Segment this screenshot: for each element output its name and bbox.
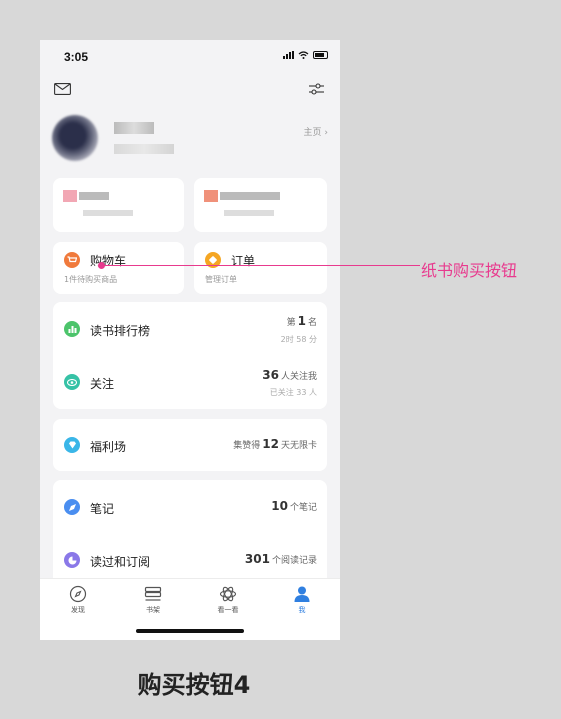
tab-discover[interactable]: 发现: [58, 585, 98, 615]
signal-icon: [283, 51, 294, 59]
username-blurred: [114, 122, 154, 134]
phone-screen: 3:05 主页 › 购物车 1件待购买商品 订单 管理订单 读书排行榜 第 1 …: [40, 40, 340, 640]
callout-line: [101, 265, 420, 266]
blurred-card-right[interactable]: [194, 178, 327, 232]
cart-subtitle: 1件待购买商品: [64, 275, 118, 284]
compass-icon: [69, 585, 87, 603]
blurred-card-left[interactable]: [53, 178, 184, 232]
stats-card: 读书排行榜 第1名 2时 58 分 关注 36 人关注我 已关注 33 人: [53, 302, 327, 409]
ranking-icon: [64, 321, 80, 337]
cart-card[interactable]: 购物车 1件待购买商品: [53, 242, 184, 294]
battery-icon: [313, 51, 328, 59]
notes-label[interactable]: 笔记: [90, 500, 114, 517]
diamond-icon: [64, 437, 80, 453]
reading-history-icon: [64, 552, 80, 568]
status-icons: [283, 51, 328, 59]
order-card[interactable]: 订单 管理订单: [194, 242, 327, 294]
followers-count: 36 人关注我: [262, 368, 317, 382]
mail-icon[interactable]: [54, 83, 71, 95]
follow-icon: [64, 374, 80, 390]
ranking-value: 第1名: [286, 314, 317, 328]
cart-icon: [64, 252, 80, 268]
welfare-reward: 集赞得 12 天无限卡: [233, 437, 317, 451]
cart-title: 购物车: [90, 254, 127, 268]
reading-history-count: 301 个阅读记录: [244, 552, 317, 566]
profile-icon: [294, 586, 310, 602]
welfare-label: 福利场: [90, 440, 127, 454]
bookshelf-icon: [144, 586, 162, 601]
follow-label[interactable]: 关注: [90, 375, 114, 392]
tab-explore[interactable]: 看一看: [208, 585, 248, 615]
homepage-link[interactable]: 主页 ›: [304, 125, 328, 138]
user-info-blurred: [114, 144, 174, 154]
settings-icon[interactable]: [308, 82, 325, 96]
status-bar: 3:05: [40, 40, 340, 72]
avatar[interactable]: [52, 115, 98, 161]
welfare-card[interactable]: 福利场 集赞得 12 天无限卡: [53, 419, 327, 471]
callout-label: 纸书购买按钮: [421, 261, 518, 280]
order-title: 订单: [231, 254, 256, 268]
wifi-icon: [298, 51, 309, 59]
order-subtitle: 管理订单: [205, 275, 237, 284]
tab-bookshelf[interactable]: 书架: [133, 585, 173, 615]
tab-me[interactable]: 我: [282, 585, 322, 615]
explore-icon: [219, 586, 237, 602]
notes-icon: [64, 499, 80, 515]
page-caption: 购买按钮4: [137, 671, 251, 699]
reading-history-label[interactable]: 读过和订阅: [90, 553, 150, 570]
following-count: 已关注 33 人: [269, 388, 317, 397]
status-time: 3:05: [64, 50, 89, 64]
home-indicator: [136, 629, 244, 633]
profile-section[interactable]: 主页 ›: [52, 112, 328, 168]
notes-count: 10 个笔记: [271, 499, 317, 513]
ranking-label[interactable]: 读书排行榜: [90, 322, 150, 339]
ranking-time: 2时 58 分: [280, 335, 317, 344]
